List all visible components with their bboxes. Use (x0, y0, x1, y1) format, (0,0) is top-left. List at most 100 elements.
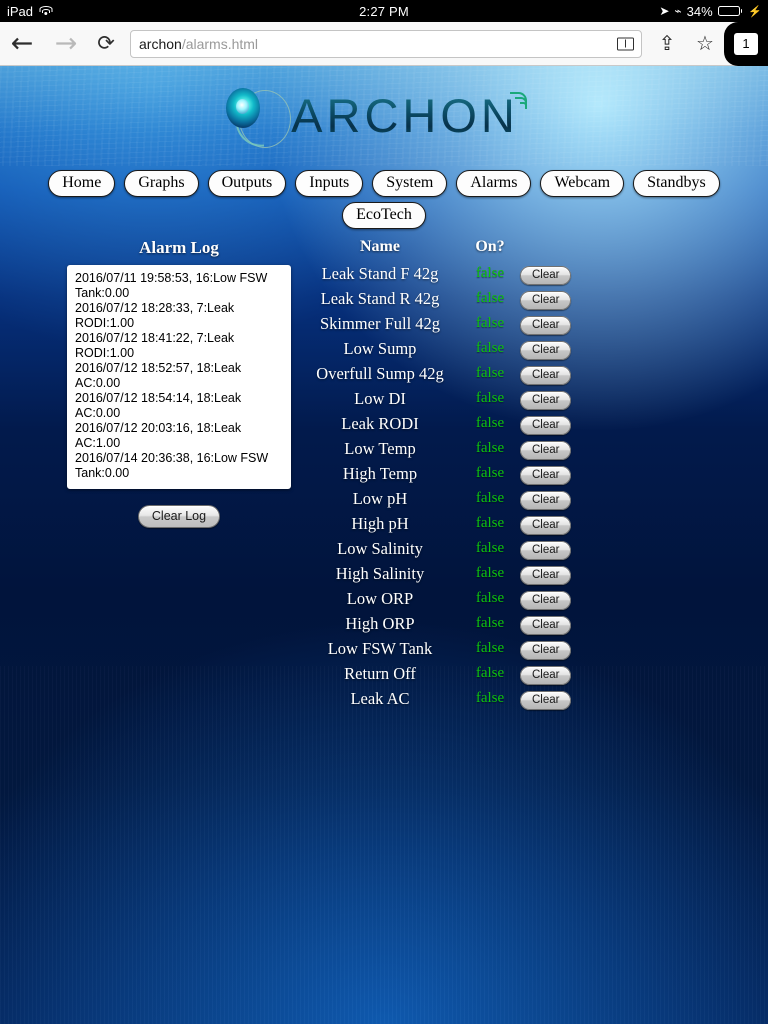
alarm-name: Low FSW Tank (300, 636, 460, 661)
alarm-state-value: false (460, 636, 520, 661)
alarm-name: High Temp (300, 461, 460, 486)
clear-alarm-button[interactable]: Clear (520, 591, 571, 610)
nav-item-graphs[interactable]: Graphs (124, 170, 198, 197)
clear-alarm-button[interactable]: Clear (520, 316, 571, 335)
nav-item-alarms[interactable]: Alarms (456, 170, 531, 197)
clear-alarm-button[interactable]: Clear (520, 541, 571, 560)
alarm-name: Low ORP (300, 586, 460, 611)
wifi-icon (39, 6, 52, 17)
clear-alarm-button[interactable]: Clear (520, 666, 571, 685)
alarm-log-title: Alarm Log (45, 238, 313, 258)
alarm-action-cell: Clear (520, 561, 600, 586)
nav-item-standbys[interactable]: Standbys (633, 170, 720, 197)
alarm-state-value: false (460, 436, 520, 461)
alarm-state-value: false (460, 311, 520, 336)
clear-alarm-button[interactable]: Clear (520, 616, 571, 635)
table-row: Leak Stand F 42gfalseClear (300, 261, 600, 286)
nav-item-outputs[interactable]: Outputs (208, 170, 287, 197)
alarm-state-value: false (460, 686, 520, 711)
clear-alarm-button[interactable]: Clear (520, 291, 571, 310)
alarm-action-cell: Clear (520, 311, 600, 336)
clear-alarm-button[interactable]: Clear (520, 266, 571, 285)
table-row: Leak ACfalseClear (300, 686, 600, 711)
table-row: High TempfalseClear (300, 461, 600, 486)
share-icon[interactable]: ⇪ (648, 31, 686, 56)
alarm-log-panel: Alarm Log 2016/07/11 19:58:53, 16:Low FS… (45, 238, 313, 528)
water-texture-bottom (0, 666, 768, 1024)
alarm-state-value: false (460, 611, 520, 636)
alarm-action-cell: Clear (520, 511, 600, 536)
alarm-name: Leak RODI (300, 411, 460, 436)
nav-item-inputs[interactable]: Inputs (295, 170, 363, 197)
alarm-name: Low Temp (300, 436, 460, 461)
back-arrow-icon[interactable]: ← (0, 30, 44, 57)
alarm-state-value: false (460, 461, 520, 486)
reader-view-icon[interactable] (617, 37, 634, 50)
bookmark-star-icon[interactable]: ☆ (686, 31, 724, 56)
clear-alarm-button[interactable]: Clear (520, 491, 571, 510)
clear-alarm-button[interactable]: Clear (520, 441, 571, 460)
table-row: Overfull Sump 42gfalseClear (300, 361, 600, 386)
table-row: Low SumpfalseClear (300, 336, 600, 361)
alarm-log-textbox[interactable]: 2016/07/11 19:58:53, 16:Low FSW Tank:0.0… (67, 265, 291, 489)
alarm-action-cell: Clear (520, 411, 600, 436)
alarm-name: Leak Stand R 42g (300, 286, 460, 311)
alarm-action-cell: Clear (520, 436, 600, 461)
forward-arrow-icon[interactable]: → (44, 30, 88, 57)
site-logo: ARCHON (0, 78, 768, 153)
tab-count-label: 1 (734, 33, 758, 55)
alarm-action-cell: Clear (520, 486, 600, 511)
alarm-state-value: false (460, 586, 520, 611)
alarm-action-cell: Clear (520, 636, 600, 661)
alarm-log-entry: 2016/07/12 20:03:16, 18:Leak AC:1.00 (75, 421, 283, 451)
alarm-action-cell: Clear (520, 586, 600, 611)
clear-log-button[interactable]: Clear Log (138, 505, 220, 528)
table-row: Low ORPfalseClear (300, 586, 600, 611)
alarm-log-entry: 2016/07/12 18:28:33, 7:Leak RODI:1.00 (75, 301, 283, 331)
table-row: Skimmer Full 42gfalseClear (300, 311, 600, 336)
table-row: Leak RODIfalseClear (300, 411, 600, 436)
nav-item-system[interactable]: System (372, 170, 447, 197)
alarm-name: Leak Stand F 42g (300, 261, 460, 286)
page-body: ARCHON Home Graphs Outputs Inputs System… (0, 66, 768, 1024)
clear-alarm-button[interactable]: Clear (520, 566, 571, 585)
table-row: High pHfalseClear (300, 511, 600, 536)
alarm-state-value: false (460, 561, 520, 586)
lightning-bolt-icon: ⚡ (748, 5, 762, 18)
nav-item-ecotech[interactable]: EcoTech (342, 202, 426, 229)
reload-icon[interactable]: ⟳ (88, 31, 124, 56)
tab-count-button[interactable]: 1 (724, 22, 768, 66)
clear-alarm-button[interactable]: Clear (520, 691, 571, 710)
clear-alarm-button[interactable]: Clear (520, 466, 571, 485)
alarm-log-entry: 2016/07/12 18:54:14, 18:Leak AC:0.00 (75, 391, 283, 421)
nav-item-home[interactable]: Home (48, 170, 115, 197)
alarm-state-value: false (460, 511, 520, 536)
alarm-action-cell: Clear (520, 686, 600, 711)
status-bar-right: ➤ ⌁ 34% ⚡ (515, 4, 768, 19)
alarm-action-cell: Clear (520, 611, 600, 636)
nav-item-webcam[interactable]: Webcam (540, 170, 624, 197)
alarm-state-value: false (460, 411, 520, 436)
clear-alarm-button[interactable]: Clear (520, 416, 571, 435)
clear-alarm-button[interactable]: Clear (520, 366, 571, 385)
table-row: Leak Stand R 42gfalseClear (300, 286, 600, 311)
clear-alarm-button[interactable]: Clear (520, 641, 571, 660)
url-address-bar[interactable]: archon/alarms.html (130, 30, 642, 58)
clear-alarm-button[interactable]: Clear (520, 391, 571, 410)
alarm-name: Low DI (300, 386, 460, 411)
table-row: Return OfffalseClear (300, 661, 600, 686)
safari-toolbar: ← → ⟳ archon/alarms.html ⇪ ☆ 1 (0, 22, 768, 66)
alarm-state-value: false (460, 486, 520, 511)
clear-alarm-button[interactable]: Clear (520, 516, 571, 535)
alarm-action-cell: Clear (520, 536, 600, 561)
alarm-action-cell: Clear (520, 286, 600, 311)
alarm-action-cell: Clear (520, 361, 600, 386)
alarm-name: Low Salinity (300, 536, 460, 561)
alarm-name: Low pH (300, 486, 460, 511)
alarm-name: High ORP (300, 611, 460, 636)
alarm-state-value: false (460, 261, 520, 286)
table-row: High ORPfalseClear (300, 611, 600, 636)
status-bar-clock: 2:27 PM (253, 4, 514, 19)
ios-status-bar: iPad 2:27 PM ➤ ⌁ 34% ⚡ (0, 0, 768, 22)
clear-alarm-button[interactable]: Clear (520, 341, 571, 360)
